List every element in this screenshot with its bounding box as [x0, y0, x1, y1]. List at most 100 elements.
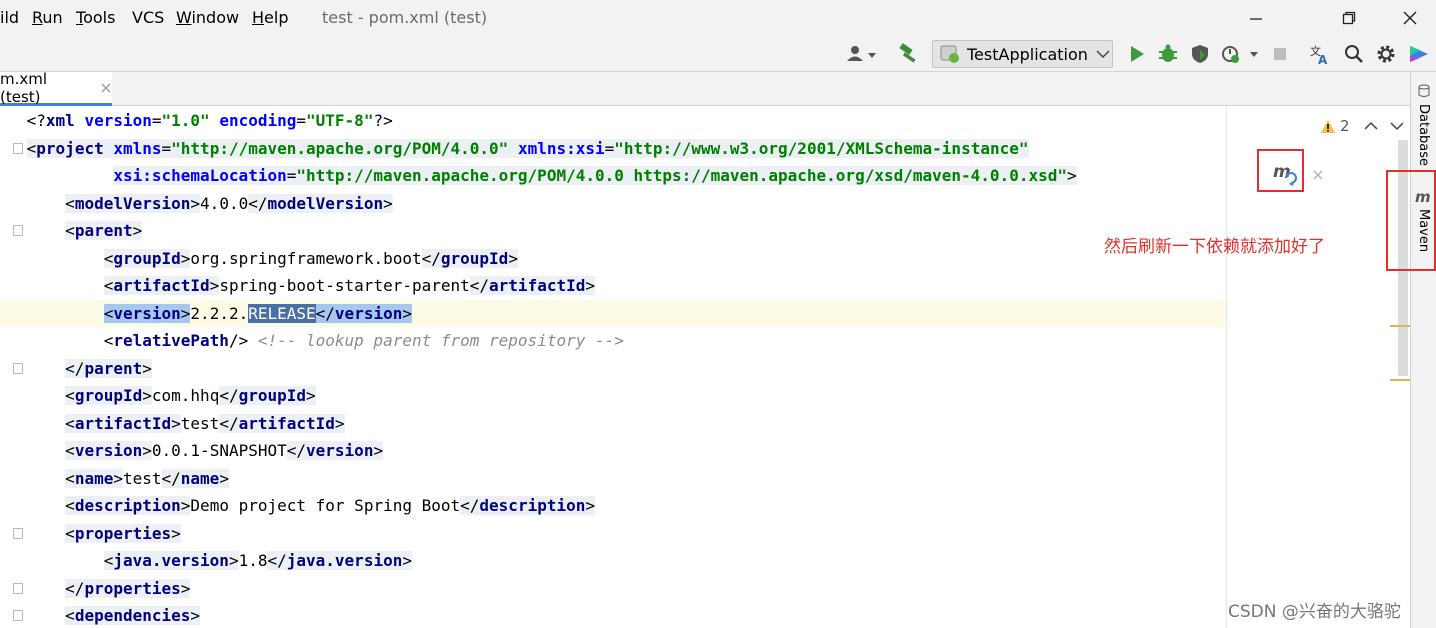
code-token: 0.0.1-SNAPSHOT [151, 441, 287, 460]
code-token: name [74, 468, 114, 488]
close-window-button[interactable] [1387, 0, 1433, 36]
tab-pom-xml[interactable]: m.xml (test) [0, 69, 112, 106]
right-tool-strip: Database m Maven [1410, 72, 1436, 628]
coverage-button[interactable] [1187, 36, 1213, 72]
menu-vcs[interactable]: VCS [132, 8, 164, 27]
settings-button[interactable] [1372, 36, 1400, 72]
debug-button[interactable] [1155, 36, 1181, 72]
tab-label: m.xml (test) [0, 69, 48, 106]
run-config-selector[interactable]: TestApplication [932, 40, 1113, 68]
menu-window[interactable]: Window [176, 8, 239, 27]
code-token: > [180, 496, 191, 515]
code-token: groupId [238, 386, 307, 405]
play-icon [1131, 46, 1144, 62]
profiler-button[interactable] [1218, 36, 1262, 72]
code-token: > [142, 358, 152, 378]
code-token: artifactId [113, 276, 210, 295]
code-line: <version>2.2.2.RELEASE</version> [0, 299, 1226, 327]
code-token: description [479, 496, 586, 515]
code-token: > [219, 468, 229, 488]
menu-build[interactable]: ild [0, 8, 19, 27]
code-token: encoding [219, 111, 297, 130]
menu-tools[interactable]: Tools [76, 8, 115, 27]
chevron-down-icon [1096, 50, 1110, 59]
code-token: > [508, 248, 518, 268]
user-menu-button[interactable] [842, 36, 880, 72]
code-token: 2.2.2. [190, 303, 249, 323]
code-token: properties [74, 523, 172, 543]
close-icon[interactable] [1311, 168, 1325, 182]
fold-marker-icon[interactable] [13, 527, 23, 539]
code-token: <!-- lookup parent from repository --> [248, 331, 624, 350]
code-token: </ [315, 303, 335, 323]
translate-icon: 文A [1310, 44, 1328, 65]
fold-marker-icon[interactable] [13, 582, 23, 594]
stop-button[interactable] [1268, 36, 1292, 72]
code-token: groupId [113, 248, 181, 268]
search-button[interactable] [1340, 36, 1368, 72]
code-line: <artifactId>spring-boot-starter-parent</… [0, 272, 1226, 299]
code-token: artifactId [74, 413, 172, 433]
code-token: properties [84, 578, 181, 598]
error-stripe-marker [1390, 325, 1410, 327]
code-token: < [26, 138, 37, 158]
code-token: groupId [74, 386, 143, 405]
code-token: Demo project for Spring Boot [190, 496, 461, 515]
chevron-down-icon[interactable] [1390, 121, 1404, 131]
close-tab-icon[interactable] [100, 82, 112, 94]
code-token: </ [267, 551, 287, 570]
toolbox-button[interactable] [1405, 36, 1433, 72]
code-token: artifactId [489, 276, 586, 295]
minimize-button[interactable] [1233, 0, 1279, 36]
maven-reload-button[interactable]: m [1257, 149, 1304, 192]
minimize-icon [1250, 18, 1262, 20]
restore-button[interactable] [1326, 0, 1372, 36]
code-token: version [334, 303, 403, 323]
code-token: test [180, 413, 220, 433]
window-title: test - pom.xml (test) [322, 8, 488, 27]
restore-icon [1342, 11, 1356, 25]
code-token: = [151, 111, 162, 130]
menu-help[interactable]: Help [252, 8, 288, 27]
code-token: RELEASE [248, 303, 316, 323]
run-button[interactable] [1124, 36, 1150, 72]
code-token: org.springframework.boot [190, 248, 422, 268]
code-token: </ [286, 441, 307, 460]
chevron-up-icon[interactable] [1364, 121, 1378, 131]
error-stripe-marker [1390, 379, 1410, 381]
code-token: = [286, 166, 297, 185]
code-token: modelVersion [267, 193, 384, 213]
code-token: xsi:schemaLocation [113, 166, 287, 185]
code-editor[interactable]: <?xml version="1.0" encoding="UTF-8"?> <… [0, 106, 1410, 628]
fold-marker-icon[interactable] [13, 225, 23, 236]
inspection-widget[interactable]: 2 [1320, 116, 1404, 136]
code-line: </parent> [0, 355, 1226, 382]
close-icon [1403, 11, 1417, 25]
database-tool-button[interactable]: Database [1416, 104, 1431, 166]
fold-marker-icon[interactable] [13, 362, 23, 374]
code-token: > [180, 303, 191, 323]
menu-run[interactable]: Run [32, 8, 63, 27]
code-token: < [103, 551, 114, 570]
code-token: test [122, 468, 162, 488]
code-token: > [1066, 166, 1077, 185]
translate-button[interactable]: 文A [1306, 36, 1334, 72]
fold-marker-icon[interactable] [13, 142, 23, 154]
code-token: > [190, 606, 201, 625]
bug-icon [1159, 44, 1177, 62]
code-token: "http://maven.apache.org/POM/4.0.0 https… [296, 166, 1067, 185]
code-token: < [65, 413, 75, 433]
svg-text:A: A [1318, 53, 1328, 65]
code-token: > [180, 248, 191, 268]
code-line: <java.version>1.8</java.version> [0, 547, 1226, 574]
code-token: < [65, 496, 75, 515]
code-token: < [103, 276, 114, 295]
build-button[interactable] [893, 36, 923, 72]
menu-bar: ild Run Tools VCS Window Help test - pom… [0, 0, 1436, 36]
code-token: project [36, 138, 114, 158]
code-token: version [306, 441, 374, 460]
fold-marker-icon[interactable] [13, 610, 23, 621]
annotation-text: 然后刷新一下依赖就添加好了 [1104, 237, 1325, 257]
code-token: modelVersion [74, 193, 191, 213]
code-token: </ [469, 276, 490, 295]
